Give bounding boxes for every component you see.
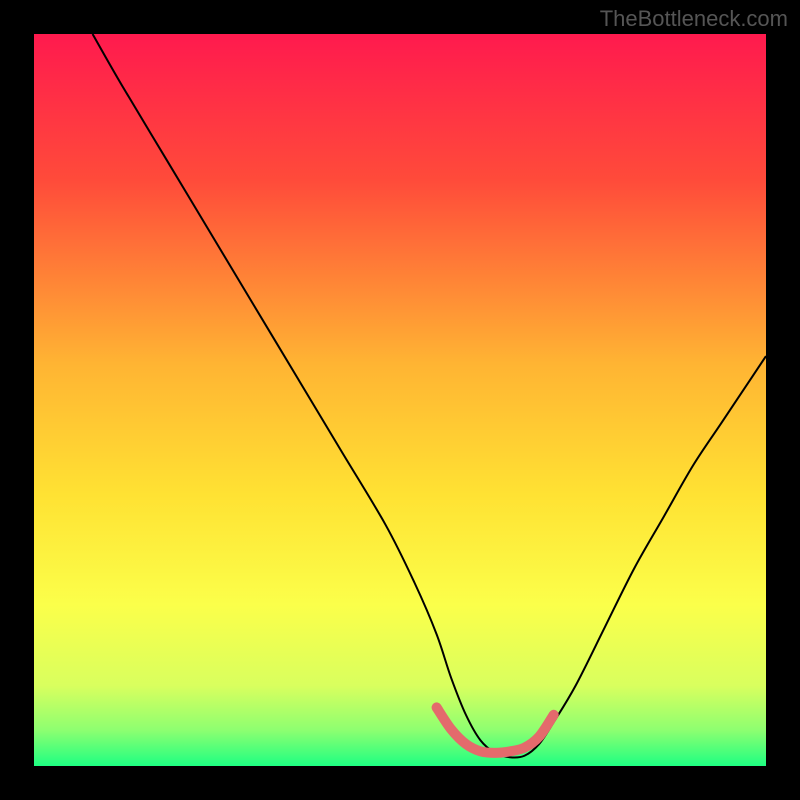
optimal-range-highlight [437, 707, 554, 752]
chart-svg [34, 34, 766, 766]
plot-area [34, 34, 766, 766]
watermark-text: TheBottleneck.com [600, 6, 788, 32]
bottleneck-curve [93, 34, 766, 758]
